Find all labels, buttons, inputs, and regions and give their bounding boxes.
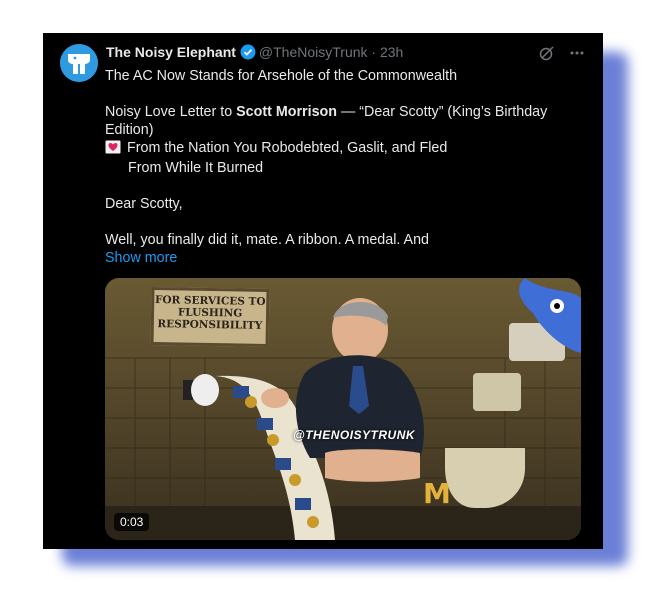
video-watermark: @THENOISYTRUNK (293, 428, 416, 442)
tweet-text: The AC Now Stands for Arsehole of the Co… (105, 67, 575, 267)
tweet-card[interactable]: The Noisy Elephant @TheNoisyTrunk · 23h T… (43, 33, 603, 549)
tweet-title-line: The AC Now Stands for Arsehole of the Co… (105, 68, 458, 84)
author-handle[interactable]: @TheNoisyTrunk (259, 44, 368, 60)
sign-plaque: FOR SERVICES TO FLUSHING RESPONSIBILITY (150, 286, 270, 348)
verified-badge-icon (240, 44, 256, 63)
svg-text:M: M (423, 477, 451, 510)
tweet-from-line: From the Nation You Robodebted, Gaslit, … (105, 139, 575, 159)
more-options-icon[interactable] (569, 45, 585, 61)
tweet-actions-top (539, 45, 585, 61)
love-letter-icon (105, 140, 121, 159)
mention-bold: Scott Morrison (236, 104, 337, 120)
tweet-body-preview: Well, you finally did it, mate. A ribbon… (105, 232, 429, 248)
show-more-link[interactable]: Show more (105, 250, 177, 266)
video-duration-badge: 0:03 (114, 513, 150, 531)
tweet-from-line-2: From While It Burned (128, 160, 264, 176)
tweet-header: The Noisy Elephant @TheNoisyTrunk · 23h (106, 44, 403, 63)
separator-dot: · (371, 44, 377, 60)
tweet-salutation: Dear Scotty, (105, 196, 183, 212)
elephant-logo-icon (60, 44, 98, 82)
author-name[interactable]: The Noisy Elephant (106, 44, 236, 60)
video-thumbnail[interactable]: M FOR SERVICES TO FLUSHING RESPONSIBILIT… (105, 278, 581, 540)
tweet-intro: Noisy Love Letter to Scott Morrison — “D… (105, 104, 548, 138)
tweet-timestamp[interactable]: 23h (380, 44, 403, 60)
grok-icon[interactable] (539, 45, 555, 61)
author-avatar[interactable] (60, 44, 98, 82)
